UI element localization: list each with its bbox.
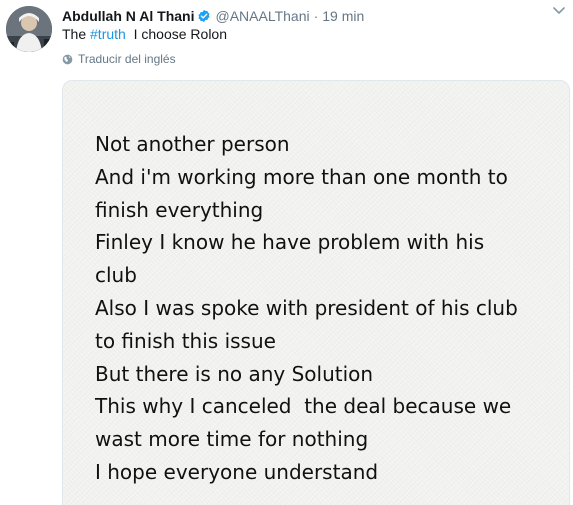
note-line: club bbox=[95, 263, 137, 288]
tweet-header: Abdullah N Al Thani @ANAALThani · 19 min bbox=[62, 6, 563, 26]
note-line: to finish this issue bbox=[95, 328, 276, 353]
note-line: This why I canceled the deal because we bbox=[95, 394, 512, 419]
note-line: And i'm working more than one month to bbox=[95, 164, 508, 189]
tweet-timestamp[interactable]: 19 min bbox=[322, 8, 364, 24]
globe-icon bbox=[62, 54, 73, 64]
verified-badge-icon bbox=[197, 9, 211, 23]
note-line: But there is no any Solution bbox=[95, 361, 374, 386]
hashtag-link[interactable]: #truth bbox=[90, 26, 126, 42]
note-line: I hope everyone understand bbox=[95, 459, 379, 484]
profile-photo-icon bbox=[6, 6, 52, 52]
tweet-text-prefix: The bbox=[62, 26, 91, 42]
note-line: Not another person bbox=[95, 132, 290, 156]
note-line: Also I was spoke with president of his c… bbox=[95, 295, 518, 320]
note-line: Finley I know he have problem with his bbox=[95, 230, 485, 255]
translate-link[interactable]: Traducir del inglés bbox=[62, 52, 176, 66]
author-name[interactable]: Abdullah N Al Thani bbox=[62, 8, 194, 24]
chevron-down-icon[interactable] bbox=[551, 2, 567, 18]
separator-dot: · bbox=[313, 8, 319, 24]
tweet-image[interactable]: Not another person And i'm working more … bbox=[62, 80, 570, 505]
translate-label: Traducir del inglés bbox=[78, 52, 176, 66]
note-line: wast more time for nothing bbox=[95, 427, 369, 452]
avatar[interactable] bbox=[6, 6, 52, 52]
note-text: Not another person And i'm working more … bbox=[95, 128, 518, 489]
note-line: finish everything bbox=[95, 197, 264, 222]
tweet: Abdullah N Al Thani @ANAALThani · 19 min… bbox=[0, 0, 573, 505]
tweet-text-suffix: I choose Rolon bbox=[125, 26, 227, 42]
tweet-text: The #truth I choose Rolon bbox=[62, 26, 227, 42]
author-handle[interactable]: @ANAALThani bbox=[215, 8, 309, 24]
